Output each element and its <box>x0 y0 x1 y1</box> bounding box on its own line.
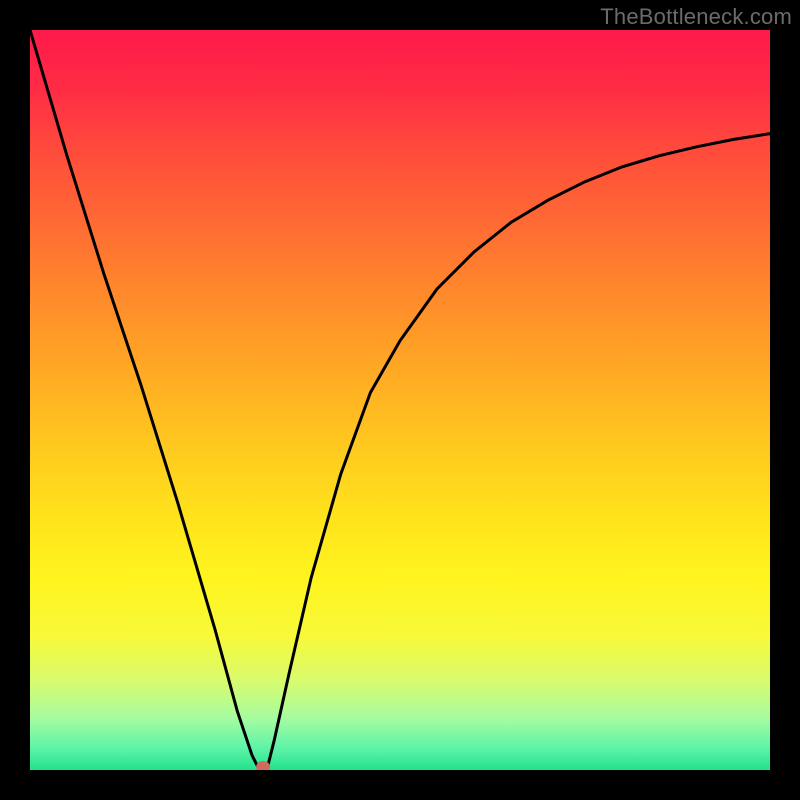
watermark-text: TheBottleneck.com <box>600 4 792 30</box>
plot-area <box>30 30 770 770</box>
bottleneck-curve-path <box>30 30 770 770</box>
bottleneck-curve-svg <box>30 30 770 770</box>
chart-frame: TheBottleneck.com <box>0 0 800 800</box>
